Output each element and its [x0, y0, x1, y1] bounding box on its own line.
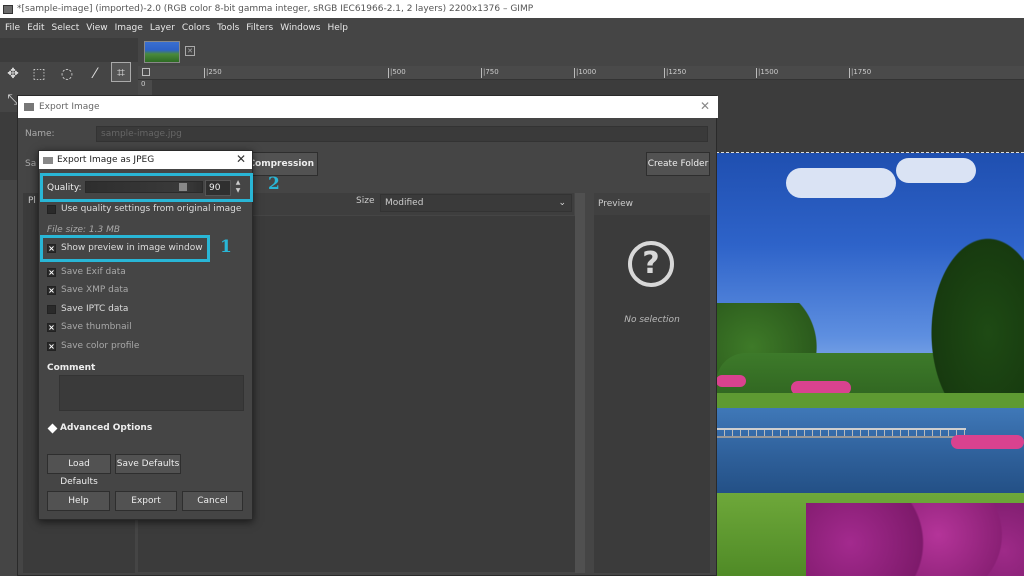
modified-column-header[interactable]: Modified ⌄: [380, 194, 572, 212]
menu-help[interactable]: Help: [325, 23, 353, 33]
no-selection-text: No selection: [624, 315, 680, 325]
export-dialog-titlebar: Export Image: [18, 96, 718, 118]
option-row[interactable]: × Save color profile: [47, 341, 139, 351]
option-row[interactable]: × Save XMP data: [47, 285, 128, 295]
file-size-text: File size: 1.3 MB: [47, 225, 121, 235]
export-dialog-title: Export Image: [39, 102, 100, 112]
save-defaults-button[interactable]: Save Defaults: [115, 454, 181, 474]
compression-button[interactable]: Compression: [246, 152, 318, 176]
places-header: Pl: [28, 196, 36, 206]
option-label: Save XMP data: [61, 285, 129, 295]
menu-file[interactable]: File: [3, 23, 25, 33]
jpeg-dialog-title: Export Image as JPEG: [57, 155, 155, 165]
dialog-icon: [43, 156, 53, 164]
save-thumbnail-checkbox[interactable]: ×: [47, 322, 56, 332]
file-list-scrollbar[interactable]: [575, 193, 585, 573]
menu-image[interactable]: Image: [113, 23, 148, 33]
photo-shrub: [951, 435, 1024, 449]
menu-layer[interactable]: Layer: [148, 23, 180, 33]
filename-input[interactable]: sample-image.jpg: [96, 126, 708, 142]
size-column-header[interactable]: Size: [356, 196, 374, 206]
close-icon[interactable]: ✕: [700, 99, 710, 113]
left-dock-strip: [0, 180, 18, 576]
gimp-app-icon: [3, 4, 13, 14]
tab-close-icon[interactable]: ✕: [185, 46, 195, 56]
horizontal-ruler: |250 |500 |750 |1000 |1250 |1500 |1750: [138, 66, 1024, 80]
option-row[interactable]: Save IPTC data: [47, 304, 128, 314]
comment-label: Comment: [47, 363, 96, 373]
step-badge-1: 1: [220, 237, 232, 257]
cancel-button[interactable]: Cancel: [182, 491, 243, 511]
save-iptc-checkbox[interactable]: [47, 304, 56, 314]
comment-textarea[interactable]: [59, 375, 244, 411]
menu-windows[interactable]: Windows: [278, 23, 325, 33]
menubar: File Edit Select View Image Layer Colors…: [0, 18, 1024, 38]
window-title: *[sample-image] (imported)-2.0 (RGB colo…: [17, 4, 534, 14]
load-defaults-button[interactable]: Load Defaults: [47, 454, 111, 487]
create-folder-button[interactable]: Create Folder: [646, 152, 710, 176]
photo-bridge: [716, 428, 966, 438]
ruler-tick: |250: [204, 68, 222, 78]
option-label: Save thumbnail: [61, 322, 132, 332]
menu-colors[interactable]: Colors: [180, 23, 215, 33]
photo-cloud: [896, 158, 976, 183]
highlight-quality: [40, 173, 253, 202]
chevron-down-icon: ⌄: [558, 198, 566, 208]
menu-view[interactable]: View: [84, 23, 112, 33]
ruler-tick: |500: [388, 68, 406, 78]
ruler-tick: |1750: [849, 68, 872, 78]
dialog-icon: [24, 103, 34, 111]
highlight-show-preview: [40, 235, 210, 262]
close-icon[interactable]: ✕: [236, 152, 246, 166]
help-button[interactable]: Help: [47, 491, 110, 511]
photo-shrub: [716, 375, 746, 387]
save-xmp-checkbox[interactable]: ×: [47, 285, 56, 295]
name-label: Name:: [25, 129, 55, 139]
image-tab-strip: ✕: [138, 38, 1024, 66]
export-jpeg-dialog: Export Image as JPEG ✕ Quality: 90 ▲ ▼ Us…: [38, 150, 253, 520]
save-exif-checkbox[interactable]: ×: [47, 267, 56, 277]
export-button[interactable]: Export: [115, 491, 177, 511]
expander-icon: [47, 423, 58, 433]
save-color-profile-checkbox[interactable]: ×: [47, 341, 56, 351]
menu-filters[interactable]: Filters: [244, 23, 278, 33]
advanced-options-label: Advanced Options: [60, 423, 153, 433]
ruler-tick: |1250: [664, 68, 687, 78]
move-icon[interactable]: ✥: [3, 64, 23, 84]
lasso-icon[interactable]: ◌: [57, 64, 77, 84]
image-tab-thumbnail[interactable]: [144, 41, 180, 63]
menu-tools[interactable]: Tools: [215, 23, 244, 33]
photo-cloud: [786, 168, 896, 198]
option-row[interactable]: × Save Exif data: [47, 267, 126, 277]
ruler-tick: |750: [481, 68, 499, 78]
menu-select[interactable]: Select: [50, 23, 85, 33]
jpeg-dialog-titlebar: Export Image as JPEG: [39, 151, 252, 169]
ruler-tick: |1000: [574, 68, 597, 78]
advanced-options-expander[interactable]: Advanced Options: [47, 423, 153, 433]
option-label: Save Exif data: [61, 267, 126, 277]
save-in-label: Sa: [25, 159, 37, 169]
use-quality-checkbox[interactable]: [47, 204, 56, 214]
crop-icon[interactable]: ⌗: [111, 62, 131, 82]
ruler-corner[interactable]: [142, 68, 150, 76]
fuzzy-select-icon[interactable]: ⁄: [85, 64, 105, 84]
step-badge-2: 2: [268, 174, 280, 194]
ruler-tick: |1500: [756, 68, 779, 78]
question-icon: ?: [628, 241, 674, 287]
image-canvas[interactable]: [716, 152, 1024, 576]
menu-edit[interactable]: Edit: [25, 23, 49, 33]
option-label: Save IPTC data: [61, 304, 129, 314]
preview-header: Preview: [594, 193, 710, 215]
window-titlebar: *[sample-image] (imported)-2.0 (RGB colo…: [0, 0, 1024, 18]
use-quality-label: Use quality settings from original image: [61, 204, 242, 214]
modified-label: Modified: [385, 198, 424, 208]
rect-select-icon[interactable]: ⬚: [29, 64, 49, 84]
photo-flowers: [806, 503, 1024, 576]
preview-panel: Preview ? No selection: [594, 193, 710, 573]
use-quality-row[interactable]: Use quality settings from original image: [47, 204, 241, 214]
option-label: Save color profile: [61, 341, 140, 351]
option-row[interactable]: × Save thumbnail: [47, 322, 132, 332]
